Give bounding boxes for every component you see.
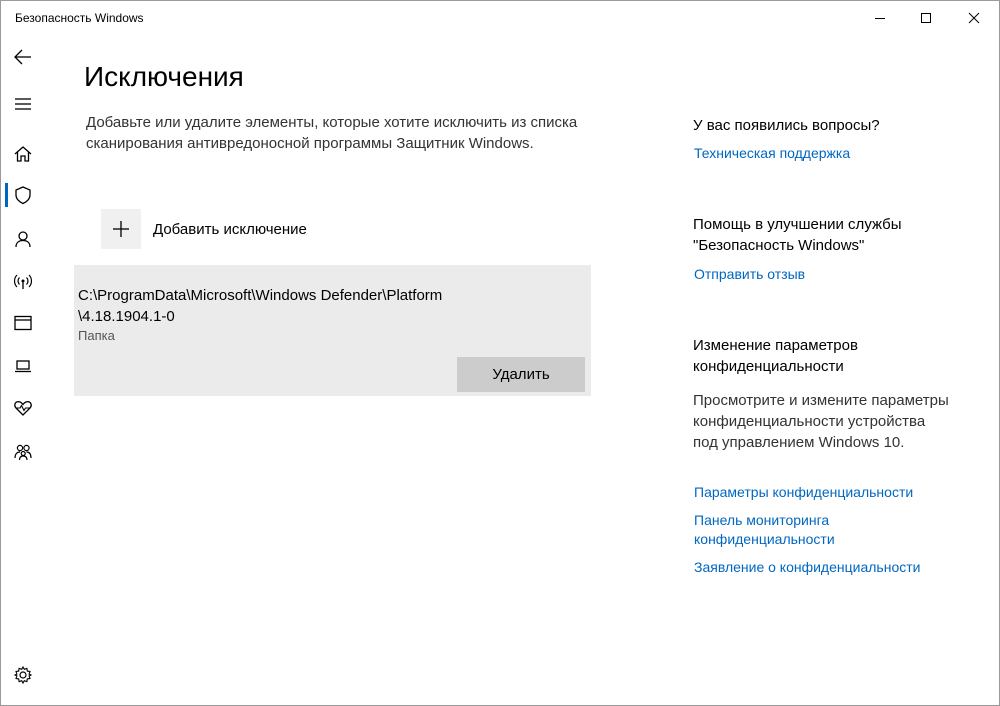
privacy-statement-link[interactable]: Заявление о конфиденциальности <box>694 558 920 577</box>
page-title: Исключения <box>84 61 244 92</box>
exclusion-path-line2: \4.18.1904.1-0 <box>78 308 175 325</box>
nav-item-app-browser[interactable] <box>1 303 45 343</box>
device-health-icon <box>14 401 32 416</box>
exclusion-path-line1: C:\ProgramData\Microsoft\Windows Defende… <box>78 287 443 304</box>
home-icon <box>14 146 32 162</box>
app-browser-icon <box>14 315 32 331</box>
support-link[interactable]: Техническая поддержка <box>694 144 850 163</box>
nav-rail <box>1 35 45 705</box>
remove-exclusion-button[interactable]: Удалить <box>457 357 585 392</box>
nav-item-home[interactable] <box>1 134 45 174</box>
close-icon <box>968 12 980 24</box>
family-icon <box>14 444 32 461</box>
app-window: Безопасность Windows Исключения Добавьте… <box>0 0 1000 706</box>
menu-icon <box>15 98 31 110</box>
add-exclusion-tile[interactable] <box>101 209 141 249</box>
shield-icon <box>15 186 31 205</box>
nav-item-family[interactable] <box>1 432 45 472</box>
title-bar: Безопасность Windows <box>1 1 999 35</box>
minimize-icon <box>875 18 885 19</box>
page-description: Добавьте или удалите элементы, которые х… <box>86 114 578 152</box>
window-title: Безопасность Windows <box>15 11 144 25</box>
settings-icon <box>13 665 33 685</box>
nav-item-settings[interactable] <box>1 655 45 695</box>
add-exclusion-button[interactable]: Добавить исключение <box>101 209 307 249</box>
back-icon <box>14 49 31 65</box>
device-security-icon <box>15 360 31 373</box>
menu-button[interactable] <box>1 84 45 124</box>
nav-item-account-protection[interactable] <box>1 219 45 259</box>
nav-item-device-security[interactable] <box>1 346 45 386</box>
back-button[interactable] <box>1 37 45 77</box>
feedback-link[interactable]: Отправить отзыв <box>694 265 805 284</box>
exclusion-item[interactable]: C:\ProgramData\Microsoft\Windows Defende… <box>74 265 591 396</box>
nav-item-device-health[interactable] <box>1 388 45 428</box>
privacy-text: Просмотрите и измените параметры конфиде… <box>693 392 949 451</box>
privacy-heading: Изменение параметров конфиденциальности <box>693 337 858 375</box>
nav-item-firewall[interactable] <box>1 261 45 301</box>
plus-icon <box>113 221 129 237</box>
questions-heading: У вас появились вопросы? <box>693 117 880 134</box>
privacy-settings-link[interactable]: Параметры конфиденциальности <box>694 483 913 502</box>
nav-item-virus-protection[interactable] <box>1 175 45 215</box>
close-button[interactable] <box>951 1 997 35</box>
maximize-icon <box>921 13 931 23</box>
maximize-button[interactable] <box>903 1 949 35</box>
network-icon <box>13 274 33 289</box>
privacy-dashboard-link[interactable]: Панель мониторинга конфиденциальности <box>694 511 864 549</box>
exclusion-type: Папка <box>78 328 115 343</box>
add-exclusion-label: Добавить исключение <box>153 220 307 238</box>
improve-heading: Помощь в улучшении службы "Безопасность … <box>693 216 902 254</box>
minimize-button[interactable] <box>857 1 903 35</box>
account-icon <box>15 231 31 248</box>
exclusion-path: C:\ProgramData\Microsoft\Windows Defende… <box>78 285 558 327</box>
